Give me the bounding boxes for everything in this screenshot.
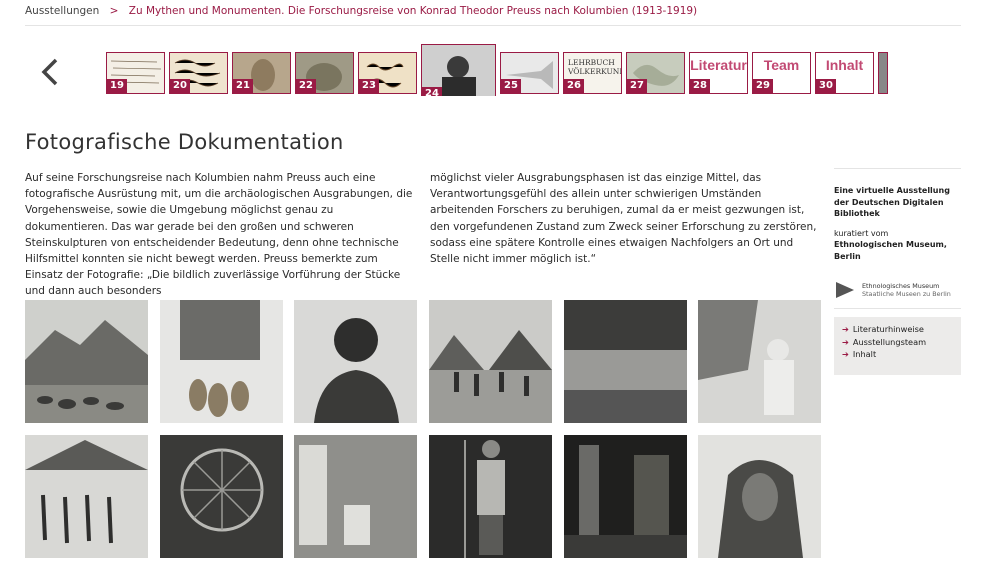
sidebar-curated-by: kuratiert vom [834, 228, 889, 238]
thumb-25[interactable]: 25 [500, 52, 559, 94]
thumb-number: 26 [564, 79, 584, 93]
breadcrumb-separator: > [109, 5, 119, 17]
sidebar-link-inhalt[interactable]: ➔ Inhalt [842, 348, 953, 361]
thumb-27[interactable]: 27 [626, 52, 685, 94]
museum-logo-line-2: Staatliche Museen zu Berlin [862, 290, 951, 298]
thumb-20[interactable]: 20 [169, 52, 228, 94]
photo-dark-interior[interactable] [564, 435, 687, 558]
arrow-right-icon: ➔ [842, 324, 849, 334]
thumb-number: 30 [816, 79, 836, 93]
sidebar-intro: Eine virtuelle Ausstellung der Deutschen… [834, 186, 950, 218]
thumb-label: Literatur [690, 57, 747, 73]
breadcrumb-home-link[interactable]: Ausstellungen [25, 5, 99, 17]
sidebar-link-ausstellungsteam[interactable]: ➔ Ausstellungsteam [842, 336, 953, 349]
sidebar-links: ➔ Literaturhinweise ➔ Ausstellungsteam ➔ In… [834, 317, 961, 375]
thumb-26[interactable]: LEHRBUCH VÖLKERKUNI 26 [563, 52, 622, 94]
photo-image [25, 300, 148, 423]
thumb-number: 21 [233, 79, 253, 93]
sidebar-museum-name: Ethnologischen Museum, Berlin [834, 240, 947, 261]
page-title: Fotografische Dokumentation [25, 130, 344, 154]
photo-image [698, 300, 821, 423]
photo-image [294, 435, 417, 558]
thumb-19[interactable]: 19 [106, 52, 165, 94]
arrow-right-icon: ➔ [842, 349, 849, 359]
arrow-right-icon: ➔ [842, 336, 849, 347]
photo-image [160, 435, 283, 558]
book-line-2: VÖLKERKUNI [568, 67, 622, 76]
photo-man-with-spear[interactable] [429, 435, 552, 558]
photo-masked-figure[interactable] [698, 435, 821, 558]
breadcrumb: Ausstellungen > Zu Mythen und Monumenten… [25, 4, 961, 26]
thumbnail-strip: 19 20 21 22 23 24 25 LEHRBUCH VÖLKERKUNI … [106, 44, 888, 96]
photo-village-huts[interactable] [429, 300, 552, 423]
museum-logo-text: Ethnologisches Museum Staatliche Museen … [862, 282, 951, 298]
sidebar-link-label: Literaturhinweise [852, 324, 924, 334]
photo-image [25, 435, 148, 558]
museum-logo-icon [836, 282, 854, 298]
thumb-30-inhalt[interactable]: Inhalt 30 [815, 52, 874, 94]
photo-river-landscape[interactable] [564, 300, 687, 423]
thumb-next-partial[interactable] [878, 52, 888, 94]
thumb-21[interactable]: 21 [232, 52, 291, 94]
breadcrumb-current-link[interactable]: Zu Mythen und Monumenten. Die Forschungs… [129, 5, 697, 17]
photo-portrait-man[interactable] [294, 300, 417, 423]
thumb-28-literatur[interactable]: Literatur 28 [689, 52, 748, 94]
book-line-1: LEHRBUCH [568, 58, 615, 67]
photo-man-with-object[interactable] [698, 300, 821, 423]
photo-image [429, 435, 552, 558]
sidebar: Eine virtuelle Ausstellung der Deutschen… [834, 168, 961, 375]
text-column-2: möglichst vieler Ausgrabungsphasen ist d… [430, 172, 817, 266]
thumb-label: Team [763, 57, 800, 73]
thumb-book-title: LEHRBUCH VÖLKERKUNI [568, 58, 622, 76]
thumb-number: 27 [627, 79, 647, 93]
thumb-number: 24 [422, 87, 442, 96]
sidebar-link-label: Inhalt [852, 349, 877, 359]
photo-image [564, 435, 687, 558]
chevron-left-icon[interactable] [36, 52, 66, 92]
photo-hanging-gourds[interactable] [160, 300, 283, 423]
thumb-22[interactable]: 22 [295, 52, 354, 94]
photo-dancers-under-roof[interactable] [25, 435, 148, 558]
sidebar-link-label: Ausstellungsteam [852, 336, 927, 347]
photo-image [294, 300, 417, 423]
sidebar-link-literaturhinweise[interactable]: ➔ Literaturhinweise [842, 323, 953, 336]
thumb-number: 19 [107, 79, 127, 93]
photo-image [429, 300, 552, 423]
thumb-number: 20 [170, 79, 190, 93]
museum-logo-line-1: Ethnologisches Museum [862, 282, 940, 290]
photo-wheel-structure[interactable] [160, 435, 283, 558]
museum-logo[interactable]: Ethnologisches Museum Staatliche Museen … [834, 280, 961, 309]
text-column-1: Auf seine Forschungsreise nach Kolumbien… [25, 172, 413, 298]
thumb-number: 25 [501, 79, 521, 93]
thumb-29-team[interactable]: Team 29 [752, 52, 811, 94]
photo-landscape-with-stones[interactable] [25, 300, 148, 423]
thumb-label: Inhalt [825, 57, 864, 73]
thumb-number: 23 [359, 79, 379, 93]
thumb-24[interactable]: 24 [421, 44, 496, 96]
sidebar-info: Eine virtuelle Ausstellung der Deutschen… [834, 168, 961, 262]
photo-women-at-hut[interactable] [294, 435, 417, 558]
thumb-number: 28 [690, 79, 710, 93]
photo-image [160, 300, 283, 423]
thumb-number: 29 [753, 79, 773, 93]
thumb-number: 22 [296, 79, 316, 93]
photo-image [564, 300, 687, 423]
photo-image [698, 435, 821, 558]
thumb-23[interactable]: 23 [358, 52, 417, 94]
thumb-image [879, 53, 887, 93]
